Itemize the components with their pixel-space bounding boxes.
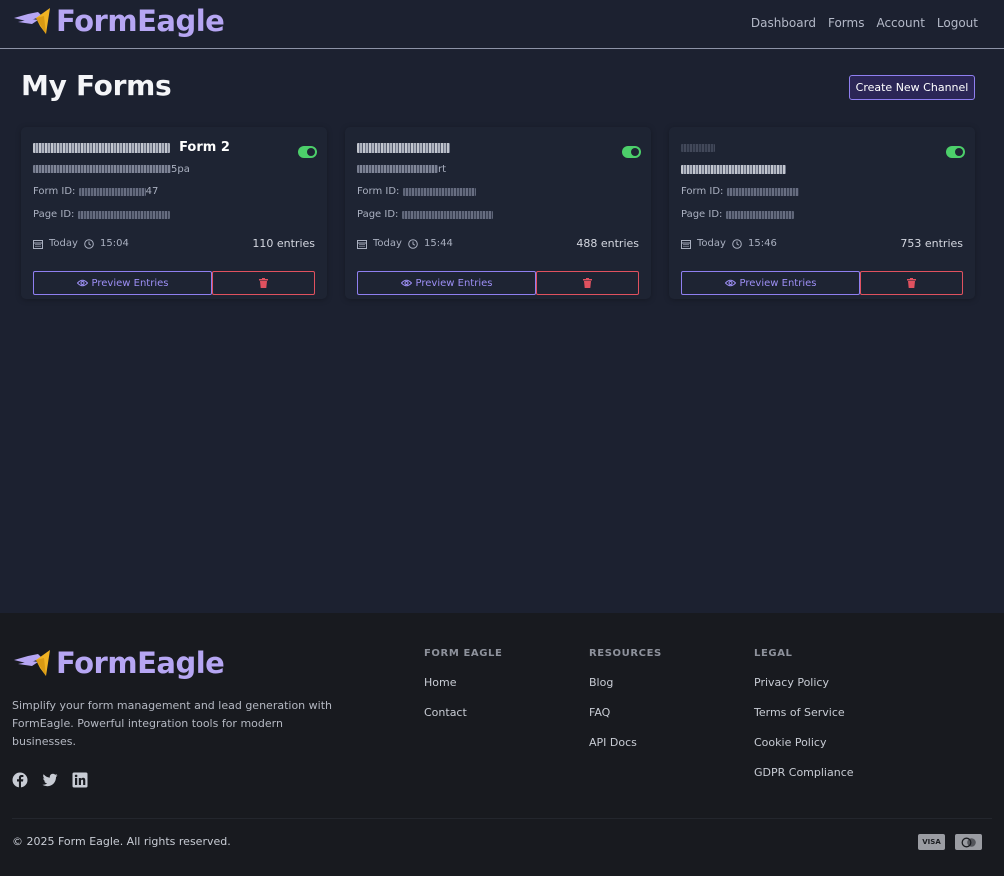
brand-name: FormEagle <box>56 4 225 38</box>
form-title: Form 2 <box>33 139 230 157</box>
create-new-channel-button[interactable]: Create New Channel <box>849 75 975 100</box>
brand-name: FormEagle <box>56 646 225 680</box>
trash-icon <box>907 278 916 288</box>
footer-column-legal: LEGAL Privacy Policy Terms of Service Co… <box>754 647 854 794</box>
facebook-icon[interactable] <box>12 772 28 788</box>
clock-icon <box>732 239 742 249</box>
preview-entries-button[interactable]: Preview Entries <box>33 271 212 295</box>
footer-link-blog[interactable]: Blog <box>589 674 662 691</box>
visa-icon: VISA <box>918 834 945 850</box>
form-stats: Today 15:44 488 entries <box>357 237 639 251</box>
eye-icon <box>724 279 736 287</box>
footer-link-privacy-policy[interactable]: Privacy Policy <box>754 674 854 691</box>
entries-count: 488 entries <box>576 237 639 250</box>
created-date: Today <box>697 238 726 249</box>
site-footer: FormEagle Simplify your form management … <box>0 613 1004 876</box>
copyright-text: © 2025 Form Eagle. All rights reserved. <box>12 835 231 848</box>
footer-link-terms-of-service[interactable]: Terms of Service <box>754 704 854 721</box>
created-time: 15:46 <box>748 238 777 249</box>
created-date: Today <box>49 238 78 249</box>
footer-brand-logo[interactable]: FormEagle <box>12 646 225 680</box>
mastercard-icon <box>955 834 982 850</box>
footer-column-resources: RESOURCES Blog FAQ API Docs <box>589 647 662 764</box>
page-id-row: Page ID: <box>357 208 493 222</box>
form-stats: Today 15:46 753 entries <box>681 237 963 251</box>
trash-icon <box>583 278 592 288</box>
clock-icon <box>84 239 94 249</box>
footer-heading: LEGAL <box>754 648 793 659</box>
clock-icon <box>408 239 418 249</box>
form-enabled-toggle[interactable] <box>298 146 317 158</box>
eagle-logo-icon <box>14 650 50 676</box>
footer-link-cookie-policy[interactable]: Cookie Policy <box>754 734 854 751</box>
eagle-logo-icon <box>14 8 50 34</box>
created-time: 15:04 <box>100 238 129 249</box>
form-card: Form 2 5pa Form ID: 47 Page ID: Today 15… <box>21 127 327 299</box>
form-enabled-toggle[interactable] <box>622 146 641 158</box>
footer-link-gdpr-compliance[interactable]: GDPR Compliance <box>754 764 854 781</box>
form-subtitle <box>681 163 786 177</box>
form-subtitle: rt <box>357 163 446 177</box>
entries-count: 753 entries <box>900 237 963 250</box>
calendar-icon <box>33 240 43 249</box>
created-time: 15:44 <box>424 238 453 249</box>
form-id-row: Form ID: <box>681 185 799 199</box>
form-title <box>681 139 715 157</box>
social-links <box>12 772 88 788</box>
footer-link-api-docs[interactable]: API Docs <box>589 734 662 751</box>
main-nav: Dashboard Forms Account Logout <box>751 15 978 31</box>
brand-logo[interactable]: FormEagle <box>12 4 225 38</box>
form-enabled-toggle[interactable] <box>946 146 965 158</box>
footer-description: Simplify your form management and lead g… <box>12 699 332 748</box>
trash-icon <box>259 278 268 288</box>
page-id-row: Page ID: <box>33 208 170 222</box>
footer-link-faq[interactable]: FAQ <box>589 704 662 721</box>
form-stats: Today 15:04 110 entries <box>33 237 315 251</box>
form-card: rt Form ID: Page ID: Today 15:44 488 ent… <box>345 127 651 299</box>
calendar-icon <box>357 240 367 249</box>
footer-link-contact[interactable]: Contact <box>424 704 502 721</box>
delete-form-button[interactable] <box>212 271 315 295</box>
nav-account[interactable]: Account <box>876 15 924 31</box>
created-date: Today <box>373 238 402 249</box>
delete-form-button[interactable] <box>536 271 639 295</box>
nav-logout[interactable]: Logout <box>937 15 978 31</box>
delete-form-button[interactable] <box>860 271 963 295</box>
form-id-row: Form ID: 47 <box>33 186 159 197</box>
top-header: FormEagle Dashboard Forms Account Logout <box>0 0 1004 49</box>
twitter-icon[interactable] <box>42 772 58 788</box>
footer-column-form-eagle: FORM EAGLE Home Contact <box>424 647 502 734</box>
form-card: Form ID: Page ID: Today 15:46 753 entrie… <box>669 127 975 299</box>
entries-count: 110 entries <box>252 237 315 250</box>
eye-icon <box>400 279 412 287</box>
footer-heading: FORM EAGLE <box>424 648 503 659</box>
form-title <box>357 139 450 157</box>
page-title: My Forms <box>21 69 172 102</box>
nav-forms[interactable]: Forms <box>828 15 864 31</box>
preview-entries-button[interactable]: Preview Entries <box>357 271 536 295</box>
page-id-row: Page ID: <box>681 208 794 222</box>
nav-dashboard[interactable]: Dashboard <box>751 15 816 31</box>
linkedin-icon[interactable] <box>72 772 88 788</box>
footer-divider <box>12 818 992 819</box>
preview-entries-button[interactable]: Preview Entries <box>681 271 860 295</box>
form-subtitle: 5pa <box>33 163 190 177</box>
form-id-row: Form ID: <box>357 185 476 199</box>
calendar-icon <box>681 240 691 249</box>
footer-link-home[interactable]: Home <box>424 674 502 691</box>
eye-icon <box>76 279 88 287</box>
footer-heading: RESOURCES <box>589 648 662 659</box>
